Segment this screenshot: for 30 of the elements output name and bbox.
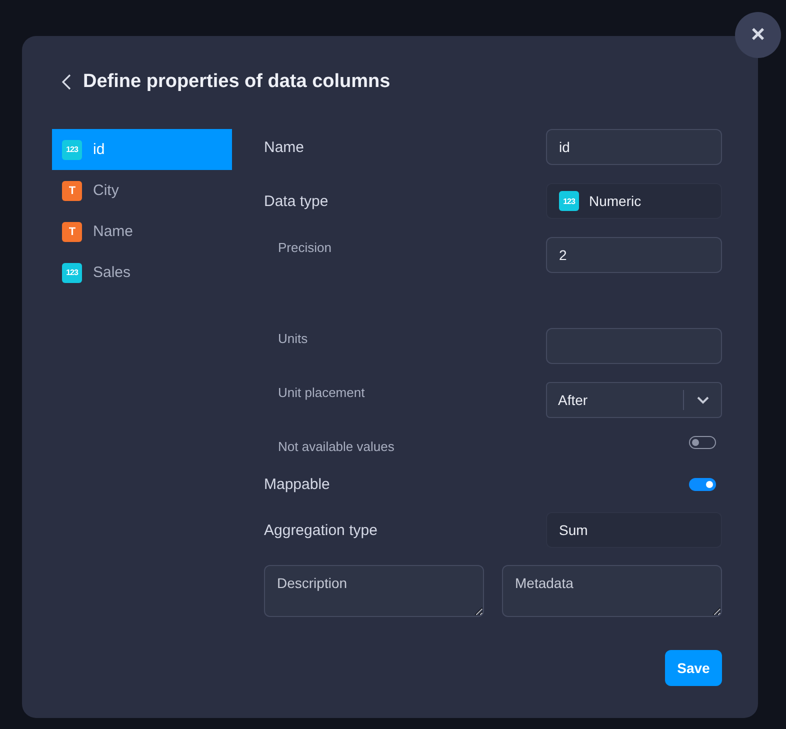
field-label: Unit placement [278, 384, 365, 400]
numeric-type-icon: 123 [62, 262, 82, 282]
text-field[interactable] [546, 328, 722, 364]
numeric-type-icon: 123 [559, 191, 579, 211]
field-label: Name [264, 138, 304, 156]
data-type-field[interactable]: 123 Numeric [546, 183, 722, 219]
text-field[interactable]: id [546, 129, 722, 165]
field-label: Not available values [278, 438, 394, 454]
field-label: Mappable [264, 476, 330, 492]
dialog-title: Define properties of data columns [83, 71, 390, 93]
field-label: Precision [278, 239, 332, 255]
back-icon[interactable] [62, 74, 71, 90]
text-type-icon: T [62, 222, 82, 242]
aggregation-field[interactable]: Sum [546, 512, 722, 548]
text-field[interactable]: 2 [546, 237, 722, 273]
field-label: Units [278, 330, 308, 346]
unit-placement-select[interactable]: After [546, 382, 722, 418]
text-area[interactable]: Metadata [502, 565, 722, 617]
numeric-type-icon: 123 [62, 140, 82, 160]
close-button[interactable]: × [735, 12, 781, 58]
chevron-down-icon [696, 396, 708, 404]
text-area[interactable]: Description [264, 565, 484, 617]
field-label: Aggregation type [264, 522, 378, 538]
field-label: Data type [264, 192, 328, 210]
toggle-switch[interactable] [689, 436, 716, 449]
toggle-switch[interactable] [689, 478, 716, 490]
text-type-icon: T [62, 180, 82, 200]
column-item[interactable]: 123 Sales [52, 252, 232, 293]
column-item[interactable]: T City [52, 170, 232, 211]
column-item[interactable]: T Name [52, 211, 232, 252]
